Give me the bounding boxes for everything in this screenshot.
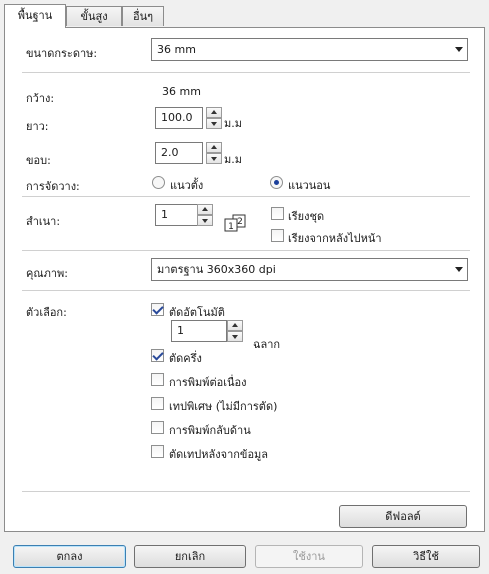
cut-after-data-label[interactable]: ตัดเทปหลังจากข้อมูล <box>169 445 268 463</box>
special-tape-checkbox[interactable] <box>151 397 164 410</box>
chain-print-checkbox[interactable] <box>151 373 164 386</box>
copies-label: สำเนา: <box>26 215 61 228</box>
margin-unit: ม.ม <box>224 153 242 166</box>
paper-size-label: ขนาดกระดาษ: <box>26 47 98 60</box>
portrait-label[interactable]: แนวตั้ง <box>170 176 203 194</box>
auto-cut-label[interactable]: ตัดอัตโนมัติ <box>169 303 225 321</box>
paper-size-value: 36 mm <box>157 43 196 56</box>
chain-print-label[interactable]: การพิมพ์ต่อเนื่อง <box>169 373 247 391</box>
half-cut-checkbox[interactable] <box>151 349 164 362</box>
dropdown-arrow-icon <box>455 267 463 272</box>
separator <box>22 250 470 251</box>
quality-select[interactable]: มาตรฐาน 360x360 dpi <box>151 258 468 281</box>
cut-every-unit: ฉลาก <box>253 338 281 351</box>
collate-icon-digit-1: 1 <box>228 222 234 232</box>
mirror-print-checkbox[interactable] <box>151 421 164 434</box>
mirror-print-label[interactable]: การพิมพ์กลับด้าน <box>169 421 251 439</box>
help-button[interactable]: วิธีใช้ <box>372 545 480 568</box>
margin-input[interactable]: 2.0 <box>155 142 203 164</box>
tab-basic[interactable]: พื้นฐาน <box>4 4 66 28</box>
landscape-radio[interactable] <box>270 176 283 189</box>
collate-checkbox[interactable] <box>271 207 284 220</box>
collate-icon-digit-2: 2 <box>237 217 243 227</box>
tab-advanced[interactable]: ขั้นสูง <box>66 6 122 26</box>
half-cut-label[interactable]: ตัดครึ่ง <box>169 349 202 367</box>
margin-spinner[interactable] <box>206 142 222 164</box>
tab-other[interactable]: อื่นๆ <box>122 6 164 26</box>
portrait-radio[interactable] <box>152 176 165 189</box>
length-unit: ม.ม <box>224 117 242 130</box>
separator <box>22 196 470 197</box>
reverse-order-checkbox[interactable] <box>271 229 284 242</box>
apply-button[interactable]: ใช้งาน <box>255 545 363 568</box>
spin-up-icon[interactable] <box>206 142 222 153</box>
spin-down-icon[interactable] <box>206 153 222 164</box>
ok-button[interactable]: ตกลง <box>13 545 126 568</box>
length-spinner[interactable] <box>206 107 222 129</box>
length-label: ยาว: <box>26 120 49 133</box>
separator <box>22 72 470 73</box>
quality-label: คุณภาพ: <box>26 267 68 280</box>
width-label: กว้าง: <box>26 92 55 105</box>
auto-cut-checkbox[interactable] <box>151 303 164 316</box>
collate-icon: 1 2 <box>219 213 259 233</box>
copies-input[interactable]: 1 <box>155 204 203 226</box>
spin-up-icon[interactable] <box>227 320 243 331</box>
default-button[interactable]: ดีฟอลต์ <box>339 505 467 528</box>
spin-down-icon[interactable] <box>227 331 243 342</box>
cancel-button[interactable]: ยกเลิก <box>134 545 246 568</box>
dropdown-arrow-icon <box>455 47 463 52</box>
orientation-label: การจัดวาง: <box>26 180 80 193</box>
spin-up-icon[interactable] <box>206 107 222 118</box>
cut-every-spinner[interactable] <box>227 320 243 342</box>
cut-every-input[interactable]: 1 <box>171 320 227 342</box>
width-value: 36 mm <box>162 85 201 98</box>
paper-size-select[interactable]: 36 mm <box>151 38 468 61</box>
spin-up-icon[interactable] <box>197 204 213 215</box>
separator <box>22 491 470 492</box>
copies-spinner[interactable] <box>197 204 213 226</box>
collate-label[interactable]: เรียงชุด <box>288 207 324 225</box>
cut-after-data-checkbox[interactable] <box>151 445 164 458</box>
margin-label: ขอบ: <box>26 154 51 167</box>
reverse-order-label[interactable]: เรียงจากหลังไปหน้า <box>288 229 382 247</box>
spin-down-icon[interactable] <box>206 118 222 129</box>
landscape-label[interactable]: แนวนอน <box>288 176 330 194</box>
special-tape-label[interactable]: เทปพิเศษ (ไม่มีการตัด) <box>169 397 277 415</box>
spin-down-icon[interactable] <box>197 215 213 226</box>
options-label: ตัวเลือก: <box>26 306 67 319</box>
separator <box>22 290 470 291</box>
length-input[interactable]: 100.0 <box>155 107 203 129</box>
quality-value: มาตรฐาน 360x360 dpi <box>157 263 276 276</box>
